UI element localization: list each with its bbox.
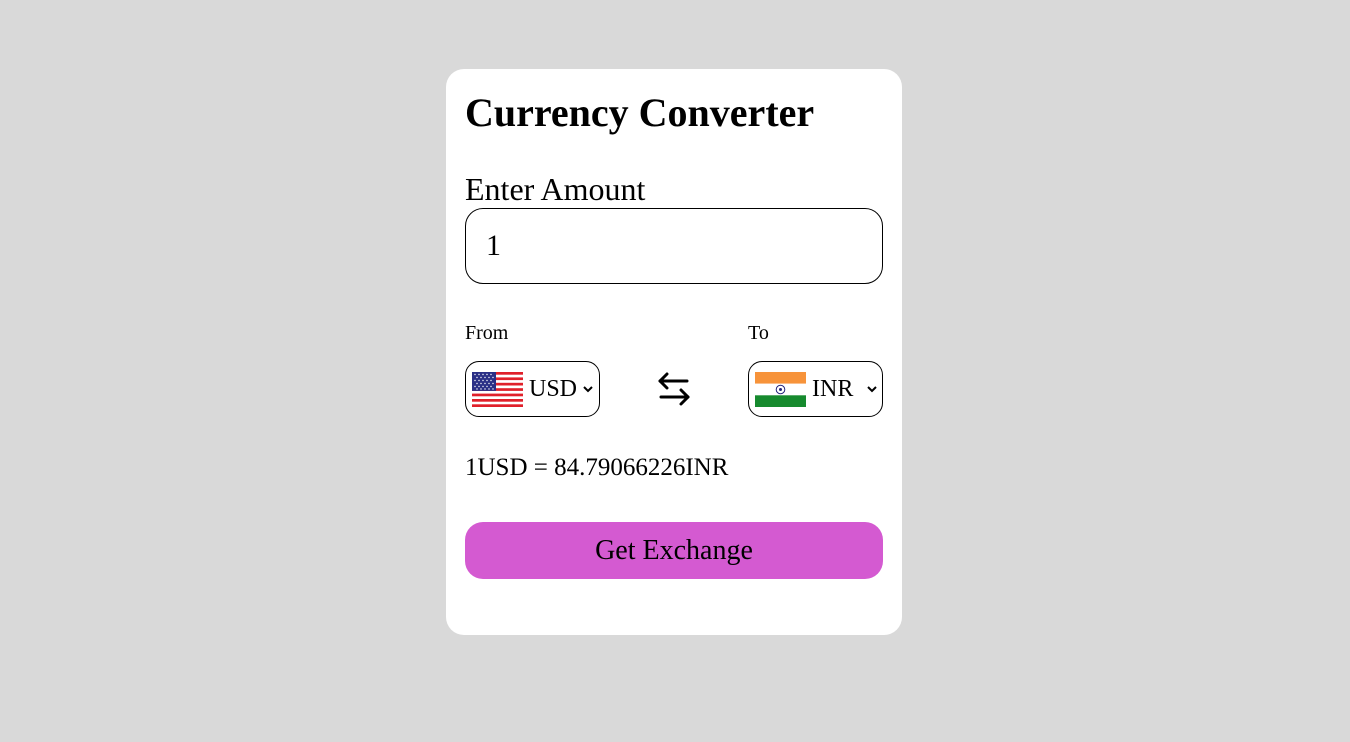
amount-label: Enter Amount — [465, 171, 646, 207]
chevron-down-icon — [583, 386, 593, 393]
to-currency-select[interactable]: INR — [748, 361, 883, 417]
exchange-rate-result: 1USD = 84.79066226INR — [465, 454, 729, 481]
swap-arrows-icon[interactable] — [657, 371, 691, 407]
india-flag-icon — [755, 371, 806, 407]
to-label: To — [748, 322, 769, 344]
us-flag-icon — [472, 371, 523, 407]
page-title: Currency Converter — [465, 90, 815, 135]
chevron-down-icon — [867, 386, 878, 393]
from-currency-select[interactable]: USD — [465, 361, 600, 417]
get-exchange-button[interactable]: Get Exchange — [465, 522, 883, 579]
from-currency-code: USD — [529, 375, 578, 402]
amount-input[interactable] — [465, 208, 883, 284]
to-currency-code: INR — [812, 375, 854, 402]
converter-card: Currency Converter Enter Amount From To — [446, 69, 902, 635]
from-label: From — [465, 322, 509, 344]
